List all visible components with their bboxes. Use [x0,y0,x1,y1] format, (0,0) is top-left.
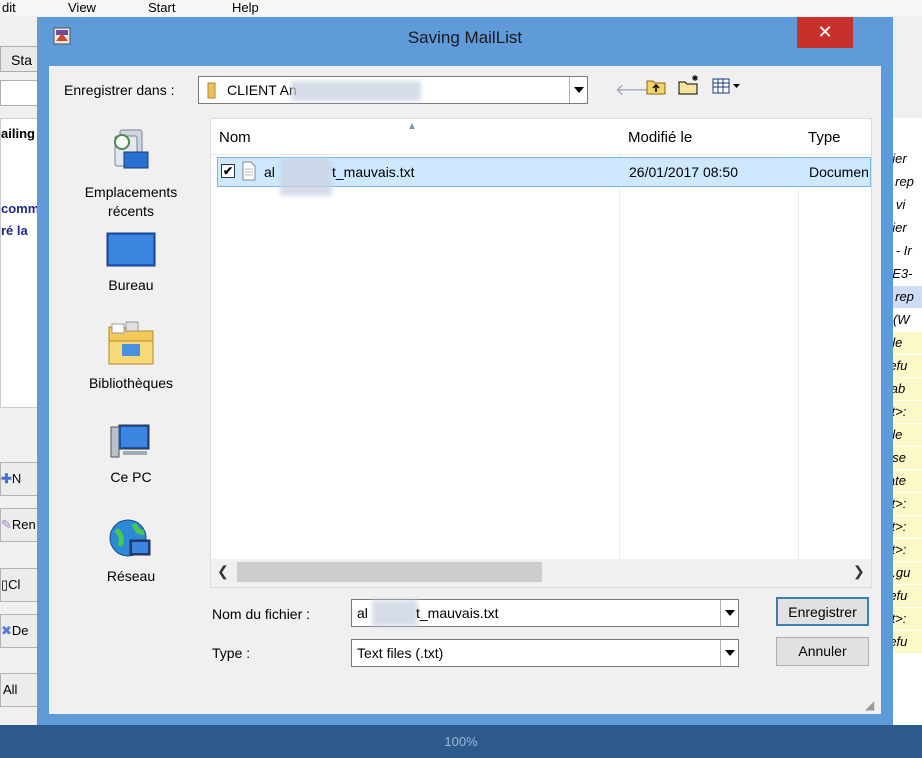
place-recent-label: Emplacements récents [84,184,178,219]
scroll-right-icon[interactable]: ❯ [853,563,865,580]
scroll-left-icon[interactable]: ❮ [217,563,229,580]
background-rename-button[interactable]: ✎Ren [0,508,40,542]
file-type-combo[interactable]: Text files (.txt) [351,639,739,667]
network-icon [109,519,151,557]
place-desktop[interactable]: Bureau [71,232,191,295]
place-recent[interactable]: Emplacements récents [71,126,191,221]
menu-item-edit[interactable]: dit [2,0,16,15]
recent-places-icon [114,129,149,169]
background-status-text: 100% [444,734,478,749]
background-left-text: ré la [1,223,28,238]
save-in-label: Enregistrer dans : [64,82,175,98]
libraries-icon [108,321,154,365]
background-input[interactable] [0,80,40,106]
row-checkbox[interactable]: ✔ [221,164,235,178]
background-left-title: ailing [1,126,35,141]
menu-item-help[interactable]: Help [232,0,259,15]
horizontal-scrollbar[interactable]: ❮ ❯ [211,559,871,587]
background-all-button[interactable]: All [0,673,40,707]
menu-item-view[interactable]: View [68,0,96,15]
desktop-icon [106,232,156,267]
background-delete-button[interactable]: ✖De [0,614,40,648]
column-header-type[interactable]: Type [808,129,841,146]
column-header-modified[interactable]: Modifié le [628,129,692,146]
background-start-button[interactable]: Sta [0,46,40,72]
background-clear-button[interactable]: ▯Cl [0,568,40,602]
file-name-end: t_mauvais.txt [332,164,415,180]
cancel-button[interactable]: Annuler [776,637,869,666]
file-list[interactable]: ▲ Nom Modifié le Type ✔ al t_mauvais.txt… [210,118,872,588]
save-in-value: CLIENT An [227,82,297,98]
place-this-pc-label: Ce PC [110,469,152,485]
background-new-button[interactable]: ✚N [0,462,40,496]
dialog-title: Saving MailList [407,28,523,47]
place-desktop-label: Bureau [108,277,154,293]
computer-icon [110,424,150,458]
chevron-down-icon[interactable] [569,77,587,103]
header-divider [211,154,871,155]
view-menu-icon[interactable] [712,77,742,100]
resize-grip-icon[interactable]: ◢ [865,698,874,712]
place-network-label: Réseau [106,568,156,584]
sort-ascending-icon: ▲ [407,121,417,132]
file-name-start: al [264,164,275,180]
close-button[interactable]: ✕ [797,17,853,48]
column-header-name[interactable]: Nom [219,129,251,146]
save-dialog: Saving MailList ✕ Enregistrer dans : CLI… [37,17,893,725]
filename-end: t_mauvais.txt [416,605,499,621]
pencil-icon: ✎ [1,517,12,532]
text-file-icon [242,161,256,186]
table-row[interactable]: ✔ al t_mauvais.txt 26/01/2017 08:50 Docu… [217,157,871,196]
save-button[interactable]: Enregistrer [776,597,869,626]
filename-start: al [357,605,368,621]
file-type-label: Type : [212,645,251,661]
plus-icon: ✚ [1,471,12,486]
up-folder-icon[interactable] [645,76,667,101]
file-modified: 26/01/2017 08:50 [629,164,738,180]
file-type: Documen [809,164,869,180]
chevron-down-icon[interactable] [720,640,738,666]
dialog-body: Enregistrer dans : CLIENT An 🡐 Emplaceme… [49,66,881,714]
place-this-pc[interactable]: Ce PC [71,421,191,487]
background-left-text: comm [1,201,40,216]
place-network[interactable]: Réseau [71,518,191,586]
chevron-down-icon[interactable] [720,600,738,626]
filename-label: Nom du fichier : [212,606,311,622]
folder-icon [207,82,221,99]
delete-icon: ✖ [1,623,12,638]
file-list-header [211,119,871,155]
filename-combo[interactable]: al t_mauvais.txt [351,599,739,627]
close-icon: ✕ [817,22,833,42]
scrollbar-thumb[interactable] [237,562,542,582]
background-menu-bar: dit View Start Help [0,0,922,16]
place-libraries[interactable]: Bibliothèques [71,319,191,393]
save-in-combo[interactable]: CLIENT An [198,76,588,104]
background-left-panel: ailing comm ré la [0,118,40,408]
place-libraries-label: Bibliothèques [88,375,174,391]
file-type-value: Text files (.txt) [357,645,444,661]
column-divider [619,155,620,587]
menu-item-start[interactable]: Start [148,0,175,15]
new-folder-icon[interactable] [677,74,701,101]
column-divider [798,155,799,587]
